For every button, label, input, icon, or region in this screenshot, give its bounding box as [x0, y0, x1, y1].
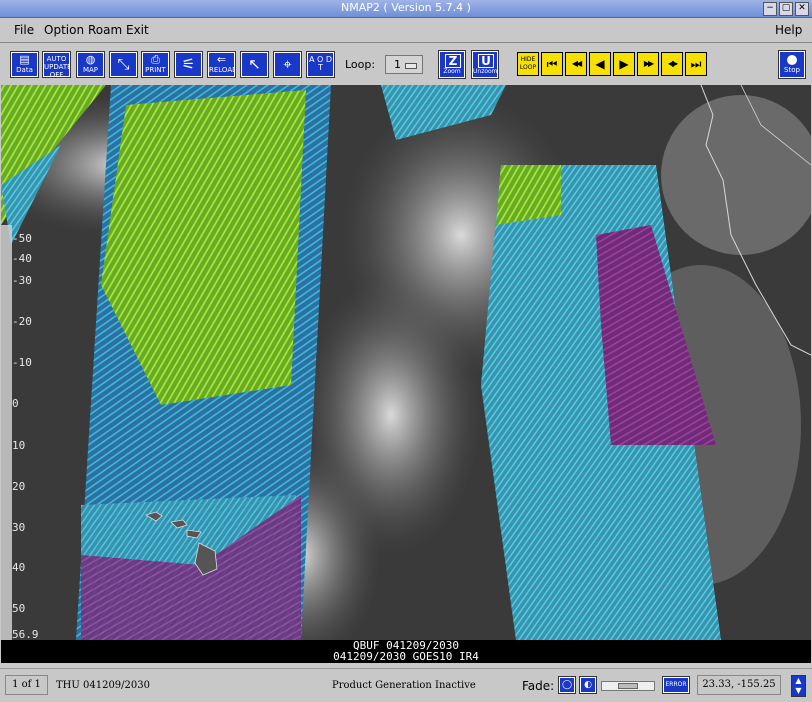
latitude-label: -50 — [12, 232, 32, 245]
latitude-label: 0 — [12, 397, 19, 410]
zoom-button[interactable]: Z Zoom — [438, 50, 466, 79]
cursor-icon: ⌖ — [283, 55, 292, 73]
menu-help[interactable]: Help — [775, 23, 802, 37]
fade-image-button[interactable]: ◯ — [558, 676, 576, 694]
reload-icon: ⇐ — [216, 53, 227, 66]
fade-label: Fade: — [522, 679, 555, 693]
chevron-up-icon: ▲ — [795, 676, 802, 685]
map-button[interactable]: ◍ MAP — [76, 51, 105, 78]
circle-icon: ◯ — [561, 680, 573, 690]
latitude-label: 30 — [12, 521, 26, 534]
latitude-label: 20 — [12, 480, 26, 493]
frame-counter: 1 of 1 — [5, 675, 48, 695]
loop-label: Loop: — [345, 58, 376, 71]
step-back-button[interactable]: ◀ — [589, 52, 611, 76]
toolbar: ▤ Data AUTO UPDATE OFF ◍ MAP ⤡ ⎙ PRINT ⚟ ⇐ R… — [0, 43, 812, 83]
latitude-label: -30 — [12, 274, 32, 287]
latitude-label: 40 — [12, 561, 26, 574]
projection-button[interactable]: ⤡ — [109, 51, 138, 78]
step-forward-button[interactable]: ▶ — [613, 52, 635, 76]
half-circle-icon: ◐ — [584, 680, 592, 690]
wipe-icon: ⚟ — [181, 55, 196, 73]
minimize-button[interactable]: − — [763, 2, 777, 16]
reload-button[interactable]: ⇐ RELOAD — [207, 51, 236, 78]
zoom-icon: Z — [445, 54, 461, 68]
stop-button[interactable]: Stop — [778, 50, 806, 79]
close-button[interactable]: ✕ — [795, 2, 809, 16]
data-icon: ▤ — [19, 53, 30, 66]
auto-update-button[interactable]: AUTO UPDATE OFF — [42, 51, 71, 78]
map-caption-image: 041209/2030 GOES10 IR4 — [333, 650, 479, 663]
menu-exit[interactable]: Exit — [126, 23, 149, 37]
status-bar: 1 of 1 THU 041209/2030 Product Generatio… — [0, 668, 812, 702]
fade-slider[interactable] — [601, 681, 655, 691]
menu-roam[interactable]: Roam — [88, 23, 122, 37]
rock-button[interactable]: ◀▶ — [661, 52, 683, 76]
first-frame-button[interactable]: ⏮ — [541, 52, 563, 76]
roam-button[interactable]: ↖ — [240, 51, 269, 78]
projection-icon: ⤡ — [117, 55, 130, 73]
last-frame-button[interactable]: ⏭ — [685, 52, 707, 76]
satellite-imagery — [1, 85, 811, 663]
stop-icon — [787, 55, 797, 65]
status-scroll-button[interactable]: ▲ ▼ — [791, 675, 806, 697]
latitude-label: -40 — [12, 252, 32, 265]
text-button[interactable]: A O D T — [306, 51, 335, 78]
window-titlebar: NMAP2 ( Version 5.7.4 ) − ▢ ✕ — [0, 0, 812, 18]
fade-background-button[interactable]: ◐ — [579, 676, 597, 694]
fade-slider-thumb[interactable] — [618, 683, 638, 689]
fast-forward-button[interactable]: ▶▶ — [637, 52, 659, 76]
data-button[interactable]: ▤ Data — [10, 51, 39, 78]
latitude-label: -20 — [12, 315, 32, 328]
cursor-button[interactable]: ⌖ — [273, 51, 302, 78]
print-button[interactable]: ⎙ PRINT — [141, 51, 170, 78]
error-button[interactable]: ERROR — [662, 676, 690, 694]
map-display[interactable]: -50 -40 -30 -20 -10 0 10 20 30 40 50 56.… — [1, 85, 811, 663]
globe-icon: ◍ — [85, 53, 96, 66]
latitude-label: 50 — [12, 602, 26, 615]
maximize-button[interactable]: ▢ — [779, 2, 793, 16]
clear-button[interactable]: ⚟ — [174, 51, 203, 78]
window-title: NMAP2 ( Version 5.7.4 ) — [341, 1, 471, 14]
unzoom-icon: U — [478, 54, 494, 68]
hide-loop-button[interactable]: HIDE LOOP — [517, 52, 539, 76]
menu-bar: File Option Roam Exit Help — [0, 18, 812, 43]
fast-back-button[interactable]: ◀◀ — [565, 52, 587, 76]
arrow-icon: ↖ — [248, 55, 261, 73]
unzoom-button[interactable]: U Unzoom — [471, 50, 499, 79]
loop-select[interactable]: 1 — [385, 55, 423, 74]
frame-time: THU 041209/2030 — [56, 680, 150, 691]
cursor-coordinates: 23.33, -155.25 — [697, 675, 781, 695]
latitude-label: -10 — [12, 356, 32, 369]
chevron-down-icon: ▼ — [795, 686, 802, 695]
latitude-label: 10 — [12, 439, 26, 452]
printer-icon: ⎙ — [151, 53, 160, 66]
option-menu-icon — [405, 63, 417, 69]
menu-file[interactable]: File — [14, 23, 34, 37]
status-message: Product Generation Inactive — [332, 680, 476, 691]
menu-option[interactable]: Option — [44, 23, 84, 37]
